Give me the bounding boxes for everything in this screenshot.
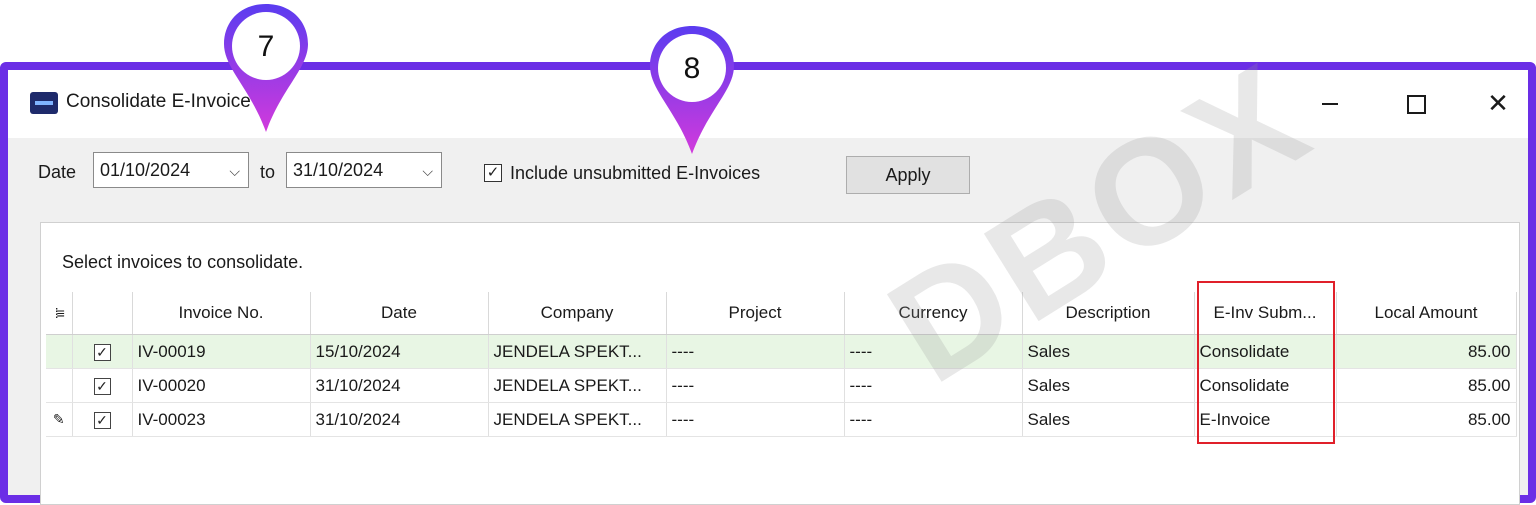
minimize-icon <box>1322 103 1338 105</box>
row-indicator <box>46 368 73 403</box>
cell-date: 15/10/2024 <box>310 334 489 369</box>
date-from-value: 01/10/2024 <box>100 159 191 180</box>
cell-currency: ---- <box>844 402 1023 437</box>
row-checkbox[interactable]: ✓ <box>93 343 111 361</box>
header-local-amount[interactable]: Local Amount <box>1336 292 1517 335</box>
header-company[interactable]: Company <box>488 292 667 335</box>
row-select-cell[interactable]: ✓ <box>72 334 133 369</box>
cell-invoice-no: IV-00019 <box>132 334 311 369</box>
header-select <box>72 292 133 335</box>
header-einv-submission[interactable]: E-Inv Subm... <box>1194 292 1337 335</box>
cell-description: Sales <box>1022 368 1195 403</box>
table-row[interactable]: ✓ IV-00019 15/10/2024 JENDELA SPEKT... -… <box>46 334 1517 369</box>
header-date[interactable]: Date <box>310 292 489 335</box>
pencil-icon: ✎ <box>52 411 65 427</box>
apply-button[interactable]: Apply <box>846 156 970 194</box>
cell-local-amount: 85.00 <box>1336 334 1517 369</box>
to-label: to <box>260 162 276 182</box>
header-currency[interactable]: Currency <box>844 292 1023 335</box>
cell-local-amount: 85.00 <box>1336 368 1517 403</box>
cell-company: JENDELA SPEKT... <box>488 334 667 369</box>
cell-einv-submission: Consolidate <box>1194 368 1337 403</box>
cell-einv-submission: Consolidate <box>1194 334 1337 369</box>
maximize-icon <box>1406 94 1426 114</box>
cell-currency: ---- <box>844 334 1023 369</box>
date-to-value: 31/10/2024 <box>293 159 384 180</box>
include-unsubmitted-label[interactable]: Include unsubmitted E-Invoices <box>510 163 760 184</box>
chevron-down-icon[interactable]: ⌵ <box>422 163 433 180</box>
header-project[interactable]: Project <box>666 292 845 335</box>
chevron-down-icon[interactable]: ⌵ <box>229 163 240 180</box>
invoice-grid: ⁞≡ Invoice No. Date Company Project Curr… <box>46 292 1517 437</box>
cell-description: Sales <box>1022 402 1195 437</box>
cell-company: JENDELA SPEKT... <box>488 402 667 437</box>
row-indicator <box>46 334 73 369</box>
instruction-text: Select invoices to consolidate. <box>62 252 304 272</box>
cell-invoice-no: IV-00023 <box>132 402 311 437</box>
row-checkbox[interactable]: ✓ <box>93 377 111 395</box>
row-checkbox[interactable]: ✓ <box>93 411 111 429</box>
row-select-cell[interactable]: ✓ <box>72 402 133 437</box>
maximize-button[interactable] <box>1396 84 1436 124</box>
grid-header-row: ⁞≡ Invoice No. Date Company Project Curr… <box>46 292 1517 335</box>
cell-date: 31/10/2024 <box>310 402 489 437</box>
title-bar[interactable]: Consolidate E-Invoice ✕ <box>8 70 1528 138</box>
date-to-picker[interactable]: 31/10/2024 ⌵ <box>286 152 442 188</box>
close-icon: ✕ <box>1487 89 1509 119</box>
cell-local-amount: 85.00 <box>1336 402 1517 437</box>
cell-project: ---- <box>666 402 845 437</box>
minimize-button[interactable] <box>1310 84 1350 124</box>
header-invoice-no[interactable]: Invoice No. <box>132 292 311 335</box>
window-title: Consolidate E-Invoice <box>66 91 251 112</box>
cell-currency: ---- <box>844 368 1023 403</box>
date-label: Date <box>38 162 77 182</box>
cell-invoice-no: IV-00020 <box>132 368 311 403</box>
column-chooser[interactable]: ⁞≡ <box>46 292 73 335</box>
table-row[interactable]: ✓ IV-00020 31/10/2024 JENDELA SPEKT... -… <box>46 368 1517 403</box>
cell-company: JENDELA SPEKT... <box>488 368 667 403</box>
cell-project: ---- <box>666 334 845 369</box>
row-select-cell[interactable]: ✓ <box>72 368 133 403</box>
callout-number: 7 <box>257 30 275 63</box>
edit-row-indicator: ✎ <box>46 402 73 437</box>
app-icon <box>30 92 58 114</box>
close-button[interactable]: ✕ <box>1478 84 1518 124</box>
date-from-picker[interactable]: 01/10/2024 ⌵ <box>93 152 249 188</box>
include-unsubmitted-checkbox[interactable]: ✓ <box>484 164 502 182</box>
table-row[interactable]: ✎ ✓ IV-00023 31/10/2024 JENDELA SPEKT...… <box>46 402 1517 437</box>
cell-einv-submission: E-Invoice <box>1194 402 1337 437</box>
column-chooser-icon: ⁞≡ <box>54 305 65 321</box>
cell-description: Sales <box>1022 334 1195 369</box>
cell-project: ---- <box>666 368 845 403</box>
header-description[interactable]: Description <box>1022 292 1195 335</box>
cell-date: 31/10/2024 <box>310 368 489 403</box>
